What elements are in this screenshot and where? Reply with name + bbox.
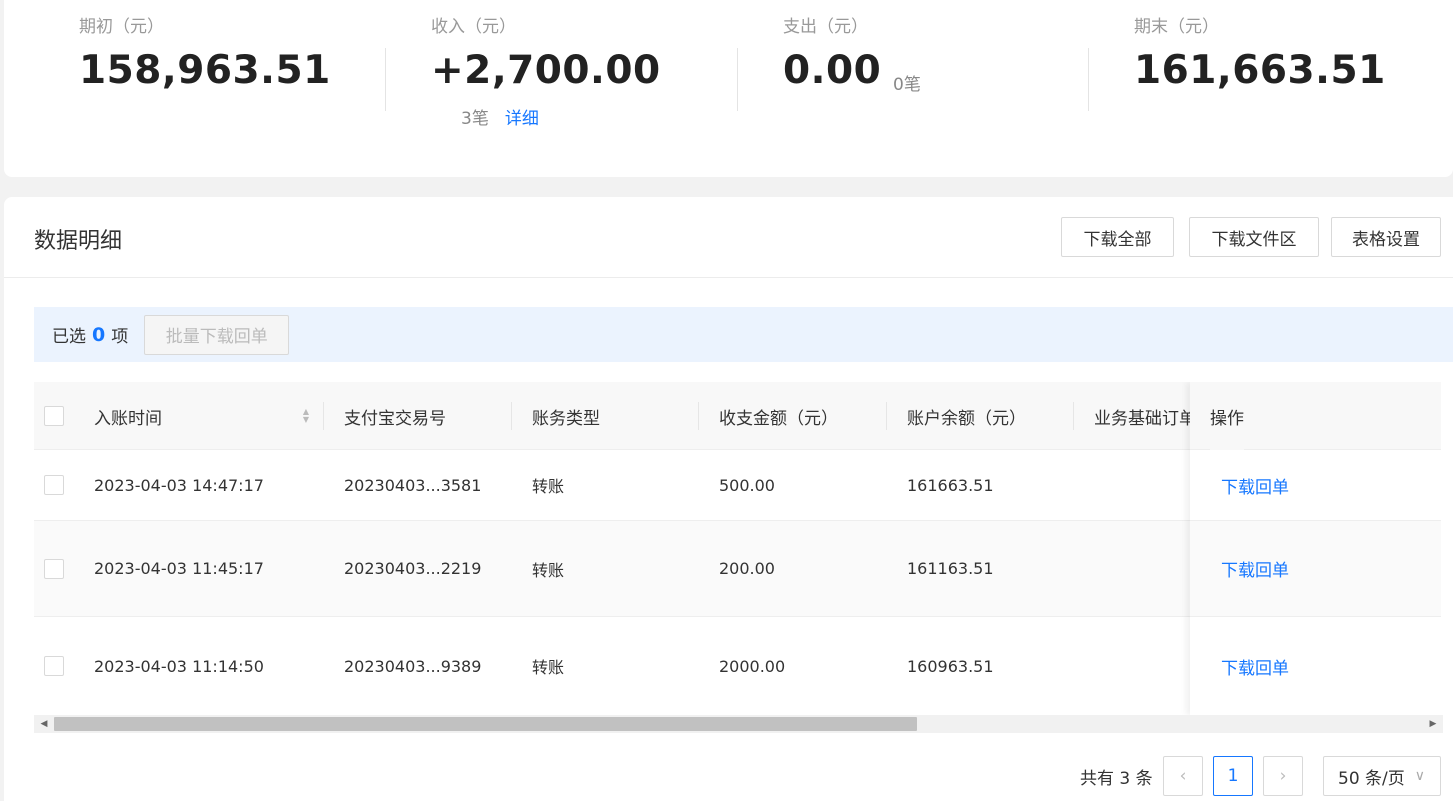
closing-balance-label: 期末（元） (1134, 17, 1219, 37)
col-header-balance: 账户余额（元） (907, 408, 1026, 429)
stat-divider (737, 48, 738, 111)
row-checkbox-cell (44, 450, 64, 520)
cell-type: 转账 (532, 658, 565, 677)
download-area-button[interactable]: 下载文件区 (1189, 217, 1319, 257)
income-sub: 3笔 详细 (461, 104, 539, 129)
cell-type: 转账 (532, 560, 565, 580)
select-all-checkbox[interactable] (44, 406, 64, 426)
opening-balance-stat: 期初（元） 158,963.51 (79, 14, 331, 96)
row-checkbox[interactable] (44, 656, 64, 676)
expense-label: 支出（元） (783, 17, 868, 37)
cell-amount: 2000.00 (719, 656, 786, 676)
income-label: 收入（元） (431, 17, 516, 37)
chevron-left-icon: ‹ (1179, 766, 1187, 786)
batch-download-button[interactable]: 批量下载回单 (144, 314, 290, 355)
panel-divider (4, 277, 1453, 278)
income-value: +2,700.00 (431, 48, 661, 93)
total-count: 共有 3 条 (1080, 769, 1153, 789)
cell-time: 2023-04-03 11:14:50 (94, 656, 264, 676)
scroll-left-icon[interactable]: ◀ (36, 715, 52, 733)
col-header-order-no: 业务基础订单号 (1094, 408, 1190, 429)
next-page-button[interactable]: › (1263, 756, 1303, 796)
download-all-button[interactable]: 下载全部 (1061, 217, 1174, 257)
row-checkbox[interactable] (44, 475, 64, 495)
col-header-amount: 收支金额（元） (719, 408, 838, 429)
select-all-cell (44, 382, 64, 450)
col-separator (886, 402, 887, 430)
col-header-action: 操作 (1210, 382, 1244, 450)
income-stat: 收入（元） +2,700.00 (431, 14, 661, 96)
download-receipt-link[interactable]: 下载回单 (1221, 450, 1289, 520)
cell-trade-no: 20230403...9389 (344, 656, 482, 676)
cell-amount: 200.00 (719, 559, 775, 578)
cell-balance: 161163.51 (907, 559, 994, 578)
selection-prefix: 已选 (52, 327, 86, 347)
income-count: 3笔 (461, 109, 489, 129)
scroll-right-icon[interactable]: ▶ (1425, 715, 1441, 733)
summary-card: 期初（元） 158,963.51 收入（元） +2,700.00 3笔 详细 支出… (4, 0, 1453, 177)
cell-trade-no: 20230403...3581 (344, 475, 482, 495)
col-separator (511, 402, 512, 430)
horizontal-scrollbar[interactable]: ◀ ▶ (34, 715, 1443, 733)
cell-time: 2023-04-03 11:45:17 (94, 559, 264, 578)
page-1-button[interactable]: 1 (1213, 756, 1253, 796)
closing-balance-stat: 期末（元） 161,663.51 (1134, 14, 1386, 96)
data-table: 入账时间 ▲ ▼ 支付宝交易号 账务类型 收支金额（元） 账户余额（元） 业务基础… (34, 382, 1441, 715)
opening-balance-value: 158,963.51 (79, 48, 331, 93)
page-size-value: 50 条/页 (1338, 768, 1405, 789)
expense-count: 0笔 (893, 75, 921, 95)
col-separator (323, 402, 324, 430)
detail-panel: 数据明细 下载全部 下载文件区 表格设置 已选 0 项 批量下载回单 入账时间 … (4, 197, 1453, 801)
expense-stat: 支出（元） 0.00 (783, 14, 881, 96)
row-checkbox-cell (44, 521, 64, 616)
col-separator (698, 402, 699, 430)
closing-balance-value: 161,663.51 (1134, 48, 1386, 93)
income-detail-link[interactable]: 详细 (505, 109, 539, 129)
panel-title: 数据明细 (34, 229, 123, 254)
table-row: 2023-04-03 11:14:50 20230403...9389 转账 2… (34, 617, 1441, 715)
cell-time: 2023-04-03 14:47:17 (94, 475, 264, 495)
cell-amount: 500.00 (719, 475, 775, 495)
col-header-time-label: 入账时间 (94, 408, 162, 429)
col-header-type: 账务类型 (532, 408, 600, 429)
table-settings-button[interactable]: 表格设置 (1331, 217, 1441, 257)
cell-balance: 160963.51 (907, 656, 994, 676)
table-row: 2023-04-03 14:47:17 20230403...3581 转账 5… (34, 450, 1441, 521)
stat-divider (385, 48, 386, 111)
scrollbar-thumb[interactable] (54, 717, 917, 731)
chevron-down-icon: ∨ (1414, 768, 1426, 784)
download-receipt-link[interactable]: 下载回单 (1221, 521, 1289, 616)
selection-suffix: 项 (111, 327, 129, 347)
sort-icon[interactable]: ▲ ▼ (303, 408, 309, 424)
selection-count: 0 (92, 323, 106, 346)
table-header: 入账时间 ▲ ▼ 支付宝交易号 账务类型 收支金额（元） 账户余额（元） 业务基础… (34, 382, 1441, 450)
cell-type: 转账 (532, 477, 565, 496)
row-checkbox[interactable] (44, 558, 64, 579)
download-receipt-link[interactable]: 下载回单 (1221, 617, 1289, 715)
row-checkbox-cell (44, 617, 64, 715)
selection-bar: 已选 0 项 批量下载回单 (34, 307, 1453, 362)
prev-page-button[interactable]: ‹ (1163, 756, 1203, 796)
col-separator (1073, 402, 1074, 430)
expense-value: 0.00 (783, 48, 882, 93)
cell-trade-no: 20230403...2219 (344, 559, 482, 578)
page-size-select[interactable]: 50 条/页 ∨ (1323, 756, 1441, 796)
cell-balance: 161663.51 (907, 475, 994, 495)
opening-balance-label: 期初（元） (79, 17, 164, 37)
table-row: 2023-04-03 11:45:17 20230403...2219 转账 2… (34, 521, 1441, 617)
stat-divider (1088, 48, 1089, 111)
col-header-trade-no: 支付宝交易号 (344, 408, 446, 429)
col-header-time[interactable]: 入账时间 ▲ ▼ (94, 382, 309, 450)
chevron-right-icon: › (1279, 766, 1287, 786)
